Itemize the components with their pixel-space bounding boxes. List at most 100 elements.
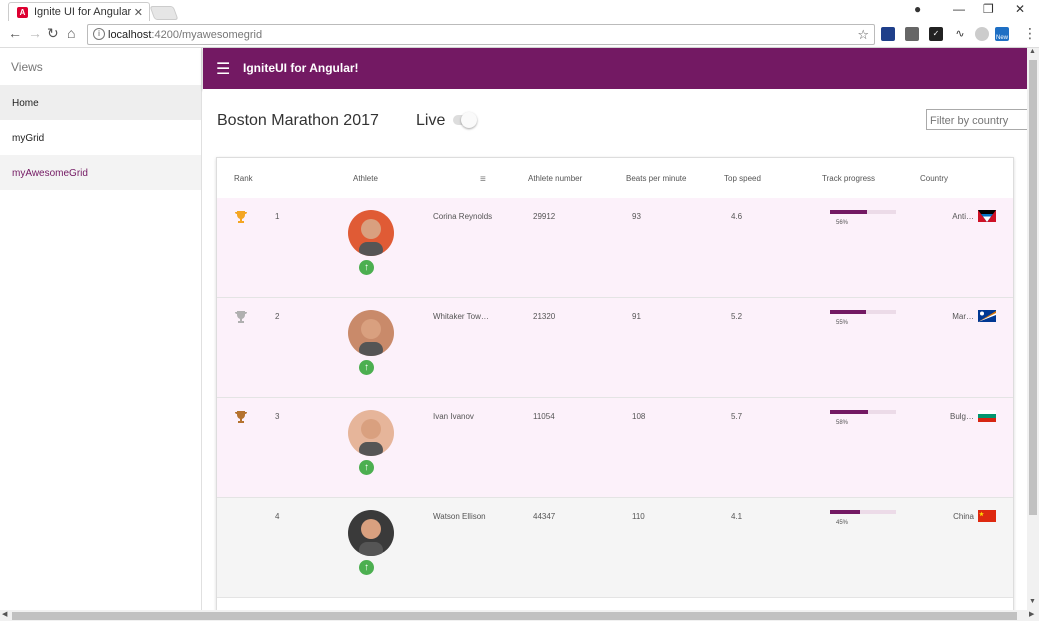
column-header-bpm[interactable]: Beats per minute [626,174,686,183]
top-speed-cell: 4.1 [731,512,743,521]
rank-cell: 4 [275,512,280,521]
new-tab-button[interactable] [149,6,179,20]
table-row[interactable]: 2 ↑ Whitaker Tow… 21320 91 5.2 55% Mar… [217,298,1013,398]
app-header: ☰ IgniteUI for Angular! [203,48,1027,89]
column-header-rank[interactable]: Rank [234,174,253,183]
sidebar-item-home[interactable]: Home [0,85,201,120]
filter-country-input[interactable] [926,109,1027,130]
pulse-extension-icon[interactable]: ∿ [953,27,967,41]
track-progress-bar [830,510,896,514]
avatar [348,310,394,356]
bulgaria-flag-icon [978,410,996,422]
scroll-right-icon[interactable]: ▶ [1029,610,1034,618]
bpm-cell: 108 [632,412,646,421]
disabled-extension-icon[interactable] [975,27,989,41]
arrow-up-icon: ↑ [359,360,374,375]
home-icon[interactable]: ⌂ [67,25,75,41]
vertical-scrollbar[interactable]: ▲ ▼ [1027,48,1039,610]
toggle-knob [461,112,477,128]
column-header-track-progress[interactable]: Track progress [822,174,875,183]
avatar [348,210,394,256]
track-progress-bar [830,310,896,314]
athlete-name-cell: Corina Reynolds [433,212,493,221]
rank-cell: 2 [275,312,280,321]
new-extension-icon[interactable]: New [995,27,1009,41]
browser-tab[interactable]: A Ignite UI for Angular ✕ [8,2,150,21]
vertical-scroll-thumb[interactable] [1029,60,1037,515]
sidebar-item-myawesomegrid[interactable]: myAwesomeGrid [0,155,201,190]
scroll-up-icon[interactable]: ▲ [1029,48,1036,55]
track-progress-fill [830,510,860,514]
app-title: IgniteUI for Angular! [243,61,359,75]
track-progress-label: 58% [836,420,849,426]
minimize-icon[interactable]: — [953,2,965,16]
table-row[interactable]: 4 ↑ Watson Ellison 44347 110 4.1 45% China [217,498,1013,598]
main-content: Boston Marathon 2017 Live Rank Athlete ≡… [203,89,1027,621]
flag-extension-icon[interactable] [881,27,895,41]
bookmark-star-icon[interactable]: ☆ [857,27,869,43]
bpm-cell: 93 [632,212,641,221]
trophy-icon [234,310,248,324]
extension-icon[interactable] [905,27,919,41]
forward-icon[interactable]: → [28,25,42,41]
table-row[interactable]: 3 ↑ Ivan Ivanov 11054 108 5.7 58% Bulg… [217,398,1013,498]
sidebar-heading: Views [11,60,43,74]
chrome-menu-icon[interactable]: ⋮ [1023,25,1037,42]
country-cell: Bulg… [949,412,974,421]
live-label: Live [416,112,446,129]
top-speed-cell: 5.2 [731,312,743,321]
country-cell: Mar… [952,312,974,321]
browser-toolbar: ← → ↻ ⌂ i localhost:4200/myawesomegrid ☆… [0,21,1039,48]
athletes-grid: Rank Athlete ≡ Athlete number Beats per … [216,157,1014,621]
sidebar: Views Home myGrid myAwesomeGrid [0,48,202,621]
live-toggle[interactable] [453,112,477,128]
athlete-name-cell: Whitaker Tow… [433,312,489,321]
track-progress-bar [830,210,896,214]
close-tab-icon[interactable]: ✕ [134,6,143,19]
sort-filter-icon[interactable]: ≡ [480,174,486,185]
reload-icon[interactable]: ↻ [47,25,59,42]
restore-icon[interactable]: ❐ [983,2,994,16]
info-icon[interactable]: i [93,28,105,40]
country-cell: China [953,512,974,521]
page-title: Boston Marathon 2017 [217,112,379,129]
table-row[interactable]: 1 ↑ Corina Reynolds 29912 93 4.6 56% Anti… [217,198,1013,298]
antigua-flag-icon [978,210,996,222]
rank-cell: 3 [275,412,280,421]
back-icon[interactable]: ← [8,25,22,41]
bpm-cell: 110 [632,512,645,521]
track-progress-fill [830,210,867,214]
scroll-down-icon[interactable]: ▼ [1029,598,1036,605]
sidebar-item-mygrid[interactable]: myGrid [0,120,201,155]
column-header-athlete[interactable]: Athlete [353,174,378,183]
checkbox-extension-icon[interactable]: ✓ [929,27,943,41]
athlete-name-cell: Ivan Ivanov [433,412,474,421]
column-header-top-speed[interactable]: Top speed [724,174,761,183]
hamburger-menu-icon[interactable]: ☰ [216,59,230,79]
china-flag-icon [978,510,996,522]
country-cell: Anti… [952,212,974,221]
athlete-number-cell: 21320 [533,312,556,321]
track-progress-fill [830,310,867,314]
url-host: localhost [108,28,152,41]
angular-icon: A [17,6,28,18]
horizontal-scroll-thumb[interactable] [12,612,1017,620]
column-header-country[interactable]: Country [920,174,948,183]
athlete-number-cell: 11054 [533,412,555,421]
browser-titlebar: A Ignite UI for Angular ✕ ● — ❐ ✕ [0,0,1039,21]
track-progress-label: 45% [836,520,849,526]
close-window-icon[interactable]: ✕ [1015,2,1025,16]
rank-cell: 1 [275,212,280,221]
profile-icon[interactable]: ● [914,2,921,16]
arrow-up-icon: ↑ [359,460,374,475]
athlete-name-cell: Watson Ellison [433,512,486,521]
trophy-icon [234,210,248,224]
arrow-up-icon: ↑ [359,260,374,275]
scroll-left-icon[interactable]: ◀ [2,610,7,618]
trophy-icon [234,410,248,424]
athlete-number-cell: 29912 [533,212,556,221]
address-bar[interactable]: i localhost:4200/myawesomegrid ☆ [87,24,875,45]
top-speed-cell: 4.6 [731,212,743,221]
horizontal-scrollbar[interactable]: ◀ ▶ [0,610,1039,621]
column-header-athlete-number[interactable]: Athlete number [528,174,582,183]
